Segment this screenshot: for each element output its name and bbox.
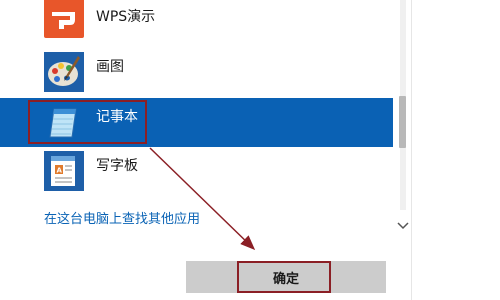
app-label: 画图 <box>96 59 124 75</box>
scroll-thumb[interactable] <box>399 96 406 148</box>
chevron-down-icon[interactable] <box>395 218 411 234</box>
app-item-wps-presentation[interactable]: WPS演示 <box>0 0 393 43</box>
app-item-wordpad[interactable]: A 写字板 <box>0 147 393 196</box>
right-background-pane <box>411 0 500 300</box>
svg-text:A: A <box>57 167 63 175</box>
list-scrollbar[interactable] <box>393 0 411 246</box>
notepad-annotation-box <box>28 100 147 144</box>
app-label: 写字板 <box>96 158 138 174</box>
app-item-paint[interactable]: 画图 <box>0 50 393 99</box>
app-label: WPS演示 <box>96 9 156 25</box>
open-with-dialog: WPS演示 画图 记事本 A 写字板 在这台电脑上查找其他应用 确定 <box>0 0 500 300</box>
paint-palette-icon <box>44 52 84 92</box>
find-other-apps-link[interactable]: 在这台电脑上查找其他应用 <box>44 208 200 227</box>
wps-presentation-icon <box>44 0 84 38</box>
wordpad-icon: A <box>44 151 84 191</box>
ok-button[interactable]: 确定 <box>186 261 386 293</box>
